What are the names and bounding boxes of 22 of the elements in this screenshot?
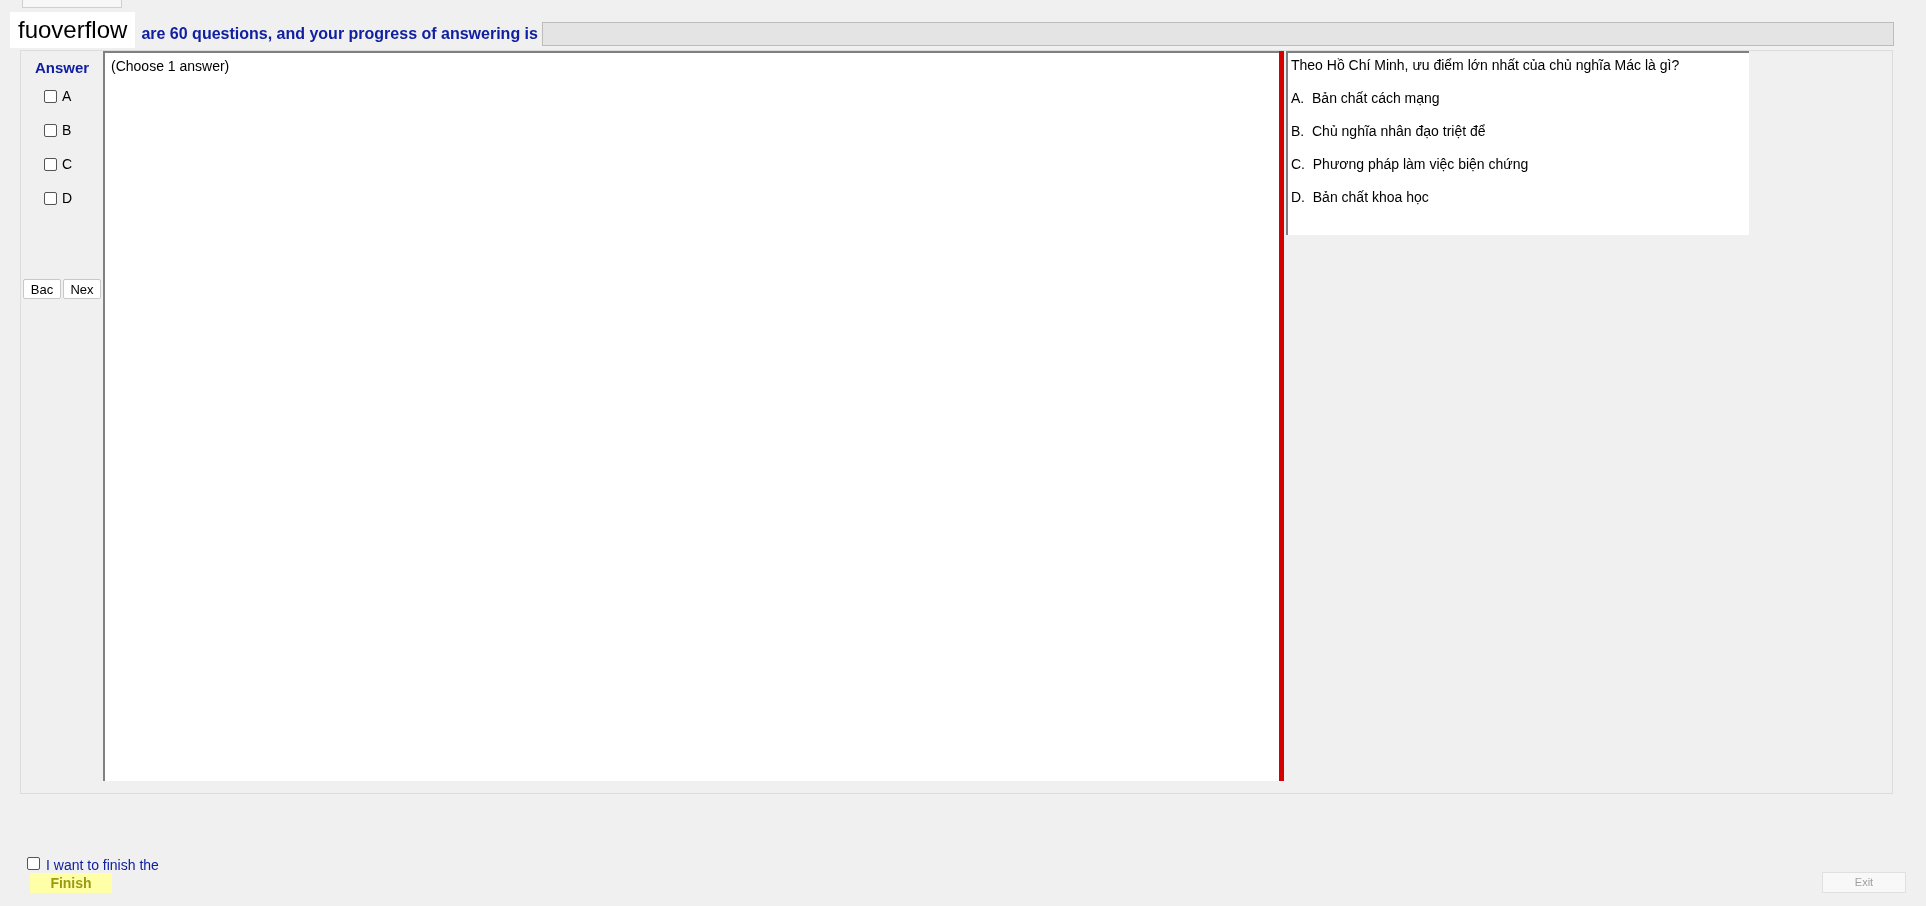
answer-hint: (Choose 1 answer) bbox=[111, 58, 230, 74]
progress-label: are 60 questions, and your progress of answering is bbox=[141, 24, 538, 44]
checkbox[interactable] bbox=[43, 191, 57, 205]
checkbox[interactable] bbox=[43, 123, 57, 137]
question-choice: D. Bản chất khoa học bbox=[1291, 188, 1430, 207]
answer-heading: Answer bbox=[34, 58, 90, 78]
checkbox[interactable] bbox=[43, 89, 57, 103]
finish-confirm-label: I want to finish the bbox=[46, 857, 159, 870]
option-label: B bbox=[61, 120, 72, 140]
question-choice: C. Phương pháp làm việc biện chứng bbox=[1291, 155, 1530, 174]
option-label: D bbox=[61, 188, 73, 208]
option-label: A bbox=[61, 86, 72, 106]
answer-area[interactable]: (Choose 1 answer) bbox=[103, 51, 1279, 781]
option-label: C bbox=[61, 154, 73, 174]
nav-button[interactable]: Bac bbox=[23, 278, 61, 299]
question-text: Theo Hồ Chí Minh, ưu điểm lớn nhất của chủ nghĩa Mác là gì? bbox=[1291, 56, 1681, 75]
checkbox[interactable] bbox=[43, 157, 57, 171]
logo: fuoverflow bbox=[10, 12, 136, 48]
checkbox[interactable] bbox=[27, 857, 40, 870]
question-choice: A. Bản chất cách mạng bbox=[1291, 89, 1441, 108]
nav-button[interactable]: Nex bbox=[63, 278, 101, 299]
question-choice: B. Chủ nghĩa nhân đạo triệt để bbox=[1291, 122, 1487, 141]
